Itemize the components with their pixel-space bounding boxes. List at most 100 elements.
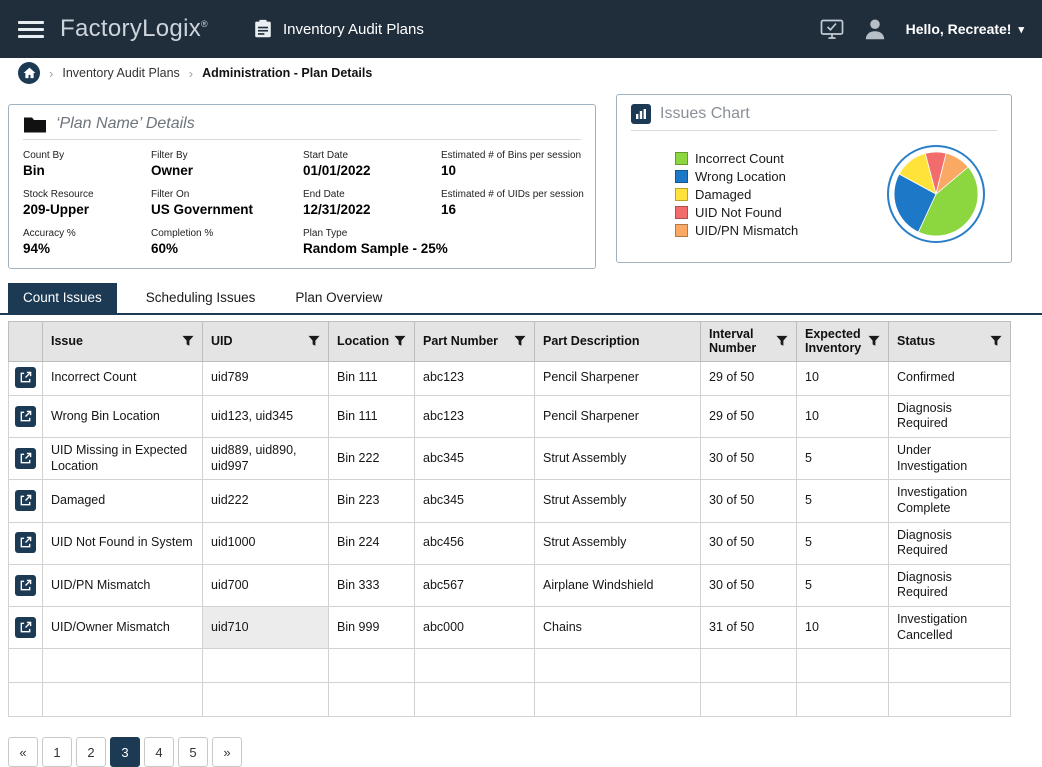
table-body: Incorrect Countuid789Bin 111abc123Pencil… [9, 361, 1011, 717]
row-open-cell [9, 438, 43, 480]
open-issue-button[interactable] [15, 575, 36, 596]
home-icon[interactable] [18, 62, 40, 84]
cell-issue: Damaged [43, 480, 203, 522]
column-header-content: Part Description [543, 334, 692, 348]
filter-icon[interactable] [868, 335, 880, 347]
count-issues-table: IssueUIDLocationPart NumberPart Descript… [8, 321, 1011, 717]
pagination-page-2[interactable]: 2 [76, 737, 106, 767]
column-label: Issue [51, 334, 83, 348]
tab-count-issues[interactable]: Count Issues [8, 283, 117, 313]
row-open-cell [9, 480, 43, 522]
issues-chart-body: Incorrect CountWrong LocationDamagedUID … [631, 135, 997, 253]
empty-cell [329, 649, 415, 683]
brand-part2: Logix [142, 15, 201, 43]
tab-plan-overview[interactable]: Plan Overview [280, 283, 397, 313]
breadcrumb-item-plans[interactable]: Inventory Audit Plans [62, 66, 179, 80]
greeting-text: Hello, Recreate! [906, 21, 1012, 37]
cell-uid: uid1000 [203, 522, 329, 564]
column-header-issue: Issue [43, 322, 203, 362]
field-value: Bin [23, 163, 151, 178]
table-row-empty [9, 683, 1011, 717]
field-label: Completion % [151, 228, 303, 239]
plan-details-grid: Count ByBinFilter ByOwnerStart Date01/01… [23, 150, 581, 256]
page-title: Inventory Audit Plans [283, 21, 424, 38]
cell-uid: uid222 [203, 480, 329, 522]
column-header-content: Location [337, 334, 406, 348]
open-issue-button[interactable] [15, 448, 36, 469]
cell-interval-number: 30 of 50 [701, 564, 797, 606]
plan-details-panel: ‘Plan Name’ Details Count ByBinFilter By… [8, 104, 596, 269]
column-label: Expected Inventory [805, 327, 864, 356]
cell-part-description: Strut Assembly [535, 438, 701, 480]
user-avatar[interactable] [862, 16, 888, 42]
open-issue-icon [19, 536, 32, 549]
topbar-right: Hello, Recreate! ▾ [820, 16, 1024, 42]
table-row: UID Missing in Expected Locationuid889, … [9, 438, 1011, 480]
field-label: Start Date [303, 150, 441, 161]
pagination-page-1[interactable]: 1 [42, 737, 72, 767]
open-issue-button[interactable] [15, 617, 36, 638]
column-header-expected-inventory: Expected Inventory [797, 322, 889, 362]
field-label: Estimated # of Bins per session [441, 150, 584, 161]
cell-uid: uid710 [203, 607, 329, 649]
cell-expected-inventory: 5 [797, 564, 889, 606]
open-issue-icon [19, 621, 32, 634]
cell-interval-number: 29 of 50 [701, 395, 797, 437]
column-header-status: Status [889, 322, 1011, 362]
cell-issue: UID Not Found in System [43, 522, 203, 564]
filter-icon[interactable] [990, 335, 1002, 347]
table-row: UID/Owner Mismatchuid710Bin 999abc000Cha… [9, 607, 1011, 649]
empty-cell [9, 649, 43, 683]
tab-scheduling-issues[interactable]: Scheduling Issues [131, 283, 271, 313]
legend-swatch [675, 152, 688, 165]
cell-location: Bin 224 [329, 522, 415, 564]
user-menu[interactable]: Hello, Recreate! ▾ [906, 21, 1024, 37]
table-row-empty [9, 649, 1011, 683]
brand-registered-mark: ® [201, 19, 208, 29]
plan-details-title: ‘Plan Name’ Details [56, 115, 195, 133]
pagination-page-3[interactable]: 3 [110, 737, 140, 767]
cell-location: Bin 223 [329, 480, 415, 522]
column-label: Part Description [543, 334, 640, 348]
cell-part-number: abc345 [415, 438, 535, 480]
cell-interval-number: 30 of 50 [701, 438, 797, 480]
legend-label: Wrong Location [695, 169, 786, 184]
pagination-page-5[interactable]: 5 [178, 737, 208, 767]
field-value: 10 [441, 163, 584, 178]
column-header-content: Interval Number [709, 327, 788, 356]
cell-location: Bin 222 [329, 438, 415, 480]
open-issue-button[interactable] [15, 367, 36, 388]
caret-down-icon: ▾ [1018, 23, 1024, 36]
filter-icon[interactable] [514, 335, 526, 347]
cell-issue: UID/Owner Mismatch [43, 607, 203, 649]
pagination-prev[interactable]: « [8, 737, 38, 767]
column-header-content: Expected Inventory [805, 327, 880, 356]
open-issue-icon [19, 494, 32, 507]
open-issue-icon [19, 579, 32, 592]
open-issue-button[interactable] [15, 532, 36, 553]
cell-status: Diagnosis Required [889, 564, 1011, 606]
cell-interval-number: 30 of 50 [701, 522, 797, 564]
filter-icon[interactable] [394, 335, 406, 347]
cell-interval-number: 29 of 50 [701, 361, 797, 395]
pagination-next[interactable]: » [212, 737, 242, 767]
cell-uid: uid123, uid345 [203, 395, 329, 437]
filter-icon[interactable] [776, 335, 788, 347]
filter-icon[interactable] [182, 335, 194, 347]
page-header: Inventory Audit Plans [252, 18, 424, 40]
app-logo: FactoryLogix® [60, 15, 208, 43]
monitor-icon[interactable] [820, 18, 844, 40]
cell-expected-inventory: 10 [797, 607, 889, 649]
filter-icon[interactable] [308, 335, 320, 347]
column-header-interval-number: Interval Number [701, 322, 797, 362]
open-issue-button[interactable] [15, 490, 36, 511]
cell-expected-inventory: 5 [797, 522, 889, 564]
empty-cell [9, 683, 43, 717]
plan-detail-field-end-date: End Date12/31/2022 [303, 189, 441, 217]
empty-cell [797, 683, 889, 717]
pagination-page-4[interactable]: 4 [144, 737, 174, 767]
menu-icon[interactable] [18, 21, 44, 38]
cell-uid: uid889, uid890, uid997 [203, 438, 329, 480]
open-issue-button[interactable] [15, 406, 36, 427]
plan-detail-field-count-by: Count ByBin [23, 150, 151, 178]
